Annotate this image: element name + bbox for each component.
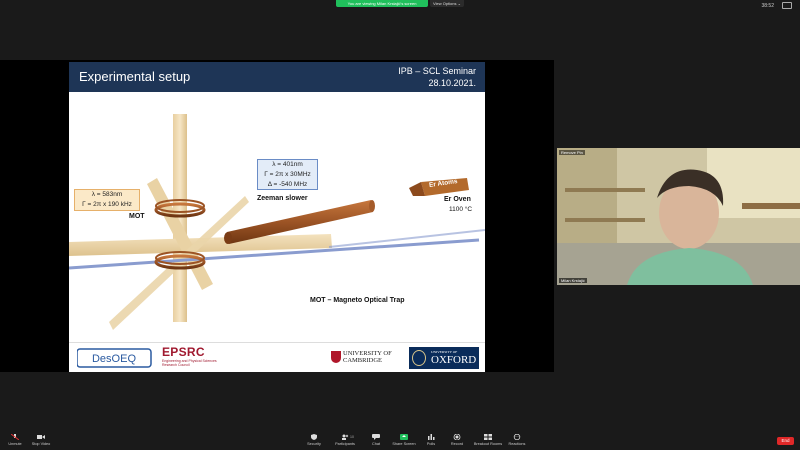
record-button[interactable]: Record [442,434,472,446]
meeting-toolbar: Unmute Stop Video Security Participants … [0,432,800,450]
record-label: Record [450,442,464,446]
zeeman-wavelength: λ = 401nm [272,161,303,168]
video-icon [37,435,45,439]
share-screen-button[interactable]: Share Screen [389,434,419,446]
viewing-screen-banner: You are viewing Milan Krstajić's screen [336,0,428,7]
zoom-meeting-window: You are viewing Milan Krstajić's screen … [0,0,800,450]
cambridge-line1: UNIVERSITY OF [343,350,392,357]
slide-header: Experimental setup IPB – SCL Seminar 28.… [69,62,485,92]
desoeq-logo: DesOEQ [77,348,152,368]
presentation-slide: Experimental setup IPB – SCL Seminar 28.… [69,62,485,372]
reactions-button[interactable]: Reactions [502,434,532,446]
stop-video-button[interactable]: Stop Video [26,434,56,446]
oven-temperature: 1100 °C [449,206,473,213]
chat-label: Chat [371,442,381,446]
meeting-timer: 38:52 [761,3,774,9]
oxford-logo: UNIVERSITY OF OXFORD [409,347,479,369]
participant-video[interactable]: Remove Pin Milan Krstajić [557,148,800,285]
participant-video-frame [557,148,800,285]
experiment-diagram: λ = 583nm Γ = 2π x 190 kHz λ = 401nm Γ =… [69,92,485,342]
oxford-line2: OXFORD [431,354,477,366]
slide-title: Experimental setup [79,69,191,84]
er-oven-label: Er Oven [444,196,471,203]
breakout-rooms-button[interactable]: Breakout Rooms [473,434,503,446]
participant-name: Milan Krstajić [559,278,587,283]
slide-footer-logos: DesOEQ EPSRC Engineering and Physical Sc… [69,342,485,372]
desoeq-logo-text: DesOEQ [92,353,136,365]
stop-video-label: Stop Video [31,442,51,446]
zeeman-detuning: Δ = -540 MHz [267,181,308,188]
cambridge-logo: UNIVERSITY OF CAMBRIDGE [343,350,392,364]
mot-wavelength: λ = 583nm [91,191,123,198]
polls-icon [428,434,435,440]
fullscreen-icon[interactable] [782,2,792,9]
breakout-rooms-icon [484,434,492,440]
remove-pin-button[interactable]: Remove Pin [559,150,585,155]
mic-muted-icon [11,434,19,440]
record-icon [453,434,461,440]
slide-seminar-label: IPB – SCL Seminar [398,66,476,76]
chat-button[interactable]: Chat [361,434,391,446]
shared-screen: Experimental setup IPB – SCL Seminar 28.… [0,60,554,372]
slide-date: 28.10.2021. [428,78,476,88]
cambridge-crest-icon [331,351,341,363]
participants-button[interactable]: Participants [330,434,360,446]
chat-icon [372,434,380,440]
oxford-crest-icon [412,350,426,366]
end-meeting-button[interactable]: End [777,437,794,445]
breakout-rooms-label: Breakout Rooms [473,442,503,446]
security-label: Security [307,442,321,446]
mot-parameters-box: λ = 583nm Γ = 2π x 190 kHz [74,189,140,211]
epsrc-subtitle: Engineering and Physical Sciences Resear… [162,359,217,367]
reactions-icon [513,434,521,440]
epsrc-logo: EPSRC [162,345,205,359]
mot-definition: MOT – Magneto Optical Trap [310,297,405,304]
zeeman-parameters-box: λ = 401nm Γ = 2π x 30MHz Δ = -540 MHz [257,159,318,190]
view-options-button[interactable]: View Options ⌄ [430,0,464,7]
share-screen-icon [400,434,408,440]
security-button[interactable]: Security [299,434,329,446]
zeeman-linewidth: Γ = 2π x 30MHz [264,171,311,178]
reactions-label: Reactions [508,442,526,446]
mot-linewidth: Γ = 2π x 190 kHz [82,201,132,208]
zeeman-slower-label: Zeeman slower [257,195,308,202]
shield-icon [311,434,317,440]
participant-count: 10 [350,435,354,439]
mot-label: MOT [129,213,145,220]
participants-label: Participants [335,442,355,446]
share-screen-label: Share Screen [392,442,416,446]
participants-icon [342,434,349,440]
cambridge-line2: CAMBRIDGE [343,357,383,364]
